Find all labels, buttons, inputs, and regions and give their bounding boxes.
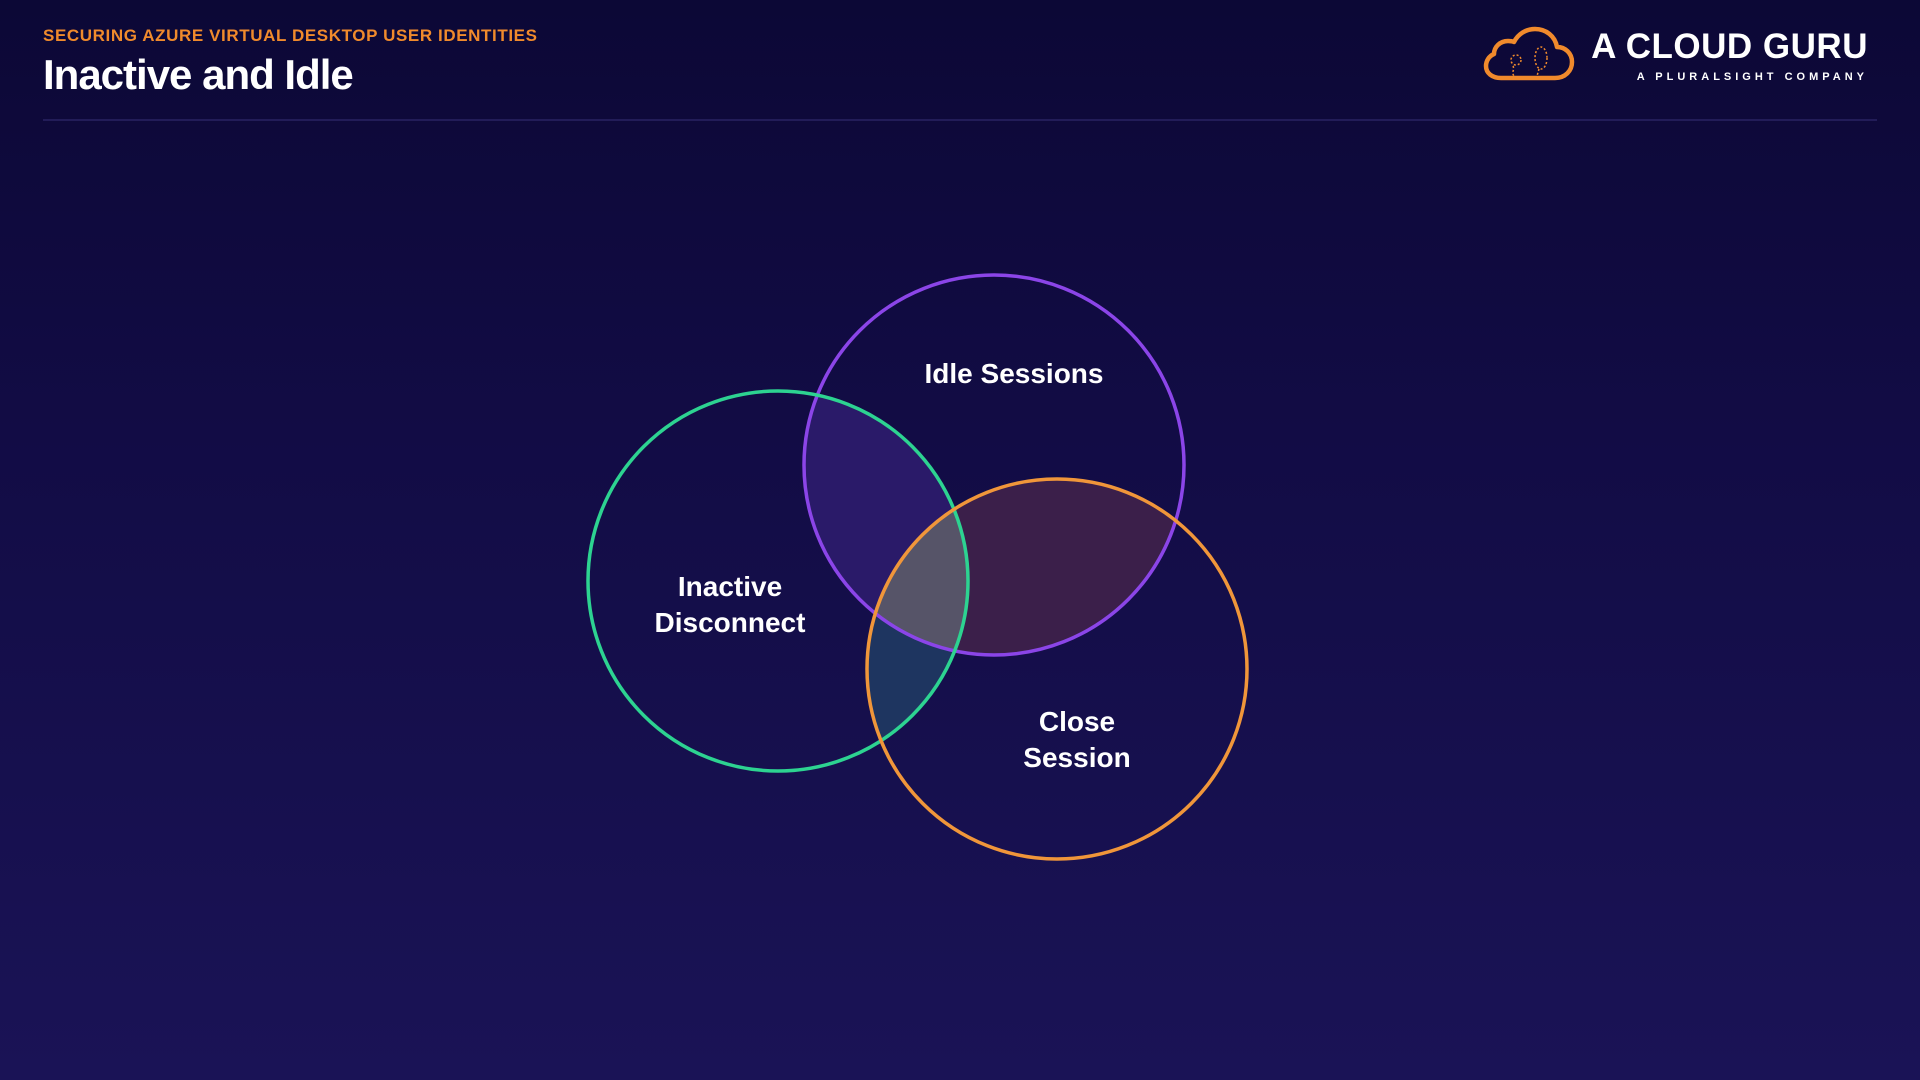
label-inactive-disconnect: Inactive Disconnect <box>654 571 806 638</box>
venn-diagram <box>586 273 1249 861</box>
label-close-session: Close Session <box>1023 706 1131 773</box>
label-idle-sessions: Idle Sessions <box>924 358 1104 389</box>
